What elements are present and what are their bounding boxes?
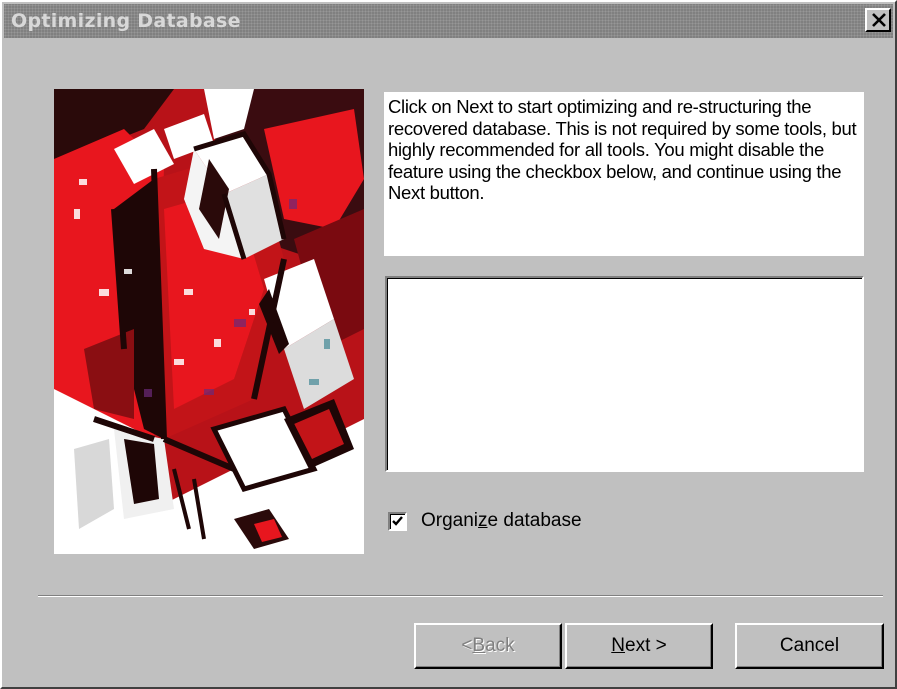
progress-log-area[interactable]	[385, 276, 864, 472]
info-panel: Click on Next to start optimizing and re…	[384, 92, 864, 256]
organize-database-option[interactable]: Organize database	[388, 508, 582, 534]
title-bar[interactable]: Optimizing Database	[4, 4, 893, 38]
organize-database-checkbox[interactable]	[388, 511, 407, 531]
organize-database-label: Organize database	[421, 510, 582, 531]
check-icon	[392, 515, 403, 526]
close-button[interactable]	[865, 8, 891, 32]
window-title: Optimizing Database	[11, 10, 241, 32]
cancel-button[interactable]: Cancel	[735, 623, 884, 669]
optimizing-database-dialog: Optimizing Database Click on Next to sta…	[0, 0, 897, 689]
wizard-cubes-image	[54, 89, 364, 554]
next-button[interactable]: Next >	[565, 623, 713, 669]
wizard-image	[54, 89, 364, 554]
separator	[38, 595, 883, 597]
info-text: Click on Next to start optimizing and re…	[388, 96, 857, 203]
close-x-icon	[872, 13, 886, 27]
back-button[interactable]: < Back	[414, 623, 562, 669]
